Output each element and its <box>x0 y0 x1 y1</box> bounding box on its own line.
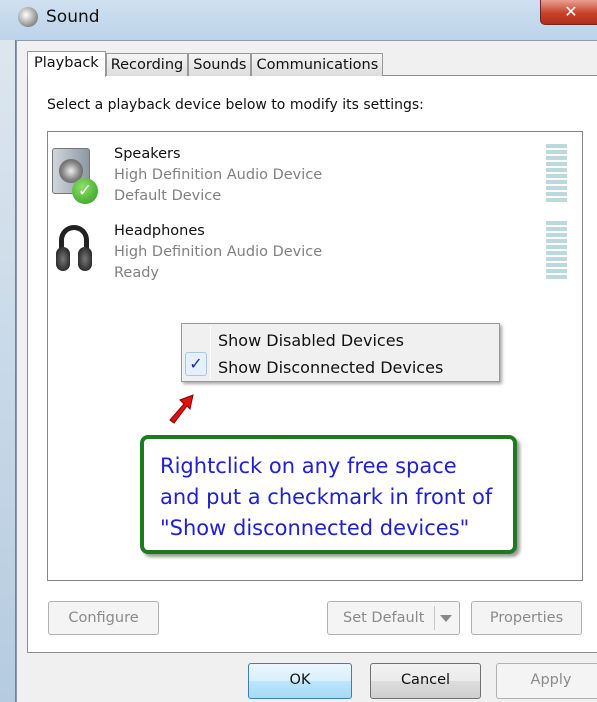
tab-sounds[interactable]: Sounds <box>188 53 252 76</box>
tab-recording[interactable]: Recording <box>105 53 189 76</box>
chevron-down-icon[interactable] <box>440 615 452 622</box>
context-menu: Show Disabled Devices ✓ Show Disconnecte… <box>181 323 500 382</box>
cancel-button[interactable]: Cancel <box>370 663 481 699</box>
annotation-line: "Show disconnected devices" <box>160 516 470 540</box>
window-title: Sound <box>46 7 100 27</box>
default-check-icon: ✓ <box>72 178 98 204</box>
sound-app-icon <box>18 7 38 27</box>
close-icon: ✕ <box>564 2 578 21</box>
red-arrow-icon <box>169 394 194 424</box>
device-item-speakers[interactable]: ✓ Speakers High Definition Audio Device … <box>48 144 582 219</box>
annotation-callout: Rightclick on any free space and put a c… <box>140 435 517 554</box>
properties-button[interactable]: Properties <box>471 601 582 635</box>
volume-meter <box>546 221 567 279</box>
annotation-line: Rightclick on any free space <box>160 454 457 478</box>
close-button[interactable]: ✕ <box>540 0 597 25</box>
device-status: Default Device <box>114 188 222 204</box>
title-bar: Sound ✕ <box>0 0 597 40</box>
instruction-label: Select a playback device below to modify… <box>47 97 424 113</box>
device-status: Ready <box>114 265 160 281</box>
annotation-line: and put a checkmark in front of <box>160 485 493 509</box>
device-name: Speakers <box>114 146 181 162</box>
headphones-icon <box>56 225 92 273</box>
device-name: Headphones <box>114 223 205 239</box>
device-item-headphones[interactable]: Headphones High Definition Audio Device … <box>48 221 582 296</box>
set-default-label: Set Default <box>343 610 425 626</box>
tab-communications[interactable]: Communications <box>251 53 384 76</box>
apply-button[interactable]: Apply <box>496 663 597 699</box>
checkmark-icon: ✓ <box>185 352 207 376</box>
menu-item-show-disconnected[interactable]: Show Disconnected Devices <box>218 358 443 377</box>
volume-meter <box>546 144 567 202</box>
background-window <box>0 0 16 702</box>
device-driver: High Definition Audio Device <box>114 244 323 260</box>
menu-item-show-disabled[interactable]: Show Disabled Devices <box>218 331 404 350</box>
configure-button[interactable]: Configure <box>48 601 159 635</box>
ok-button[interactable]: OK <box>248 663 352 699</box>
tab-playback[interactable]: Playback <box>27 51 106 77</box>
set-default-button[interactable]: Set Default <box>327 601 460 635</box>
tab-bar: Playback Recording Sounds Communications <box>27 51 384 77</box>
device-driver: High Definition Audio Device <box>114 167 323 183</box>
